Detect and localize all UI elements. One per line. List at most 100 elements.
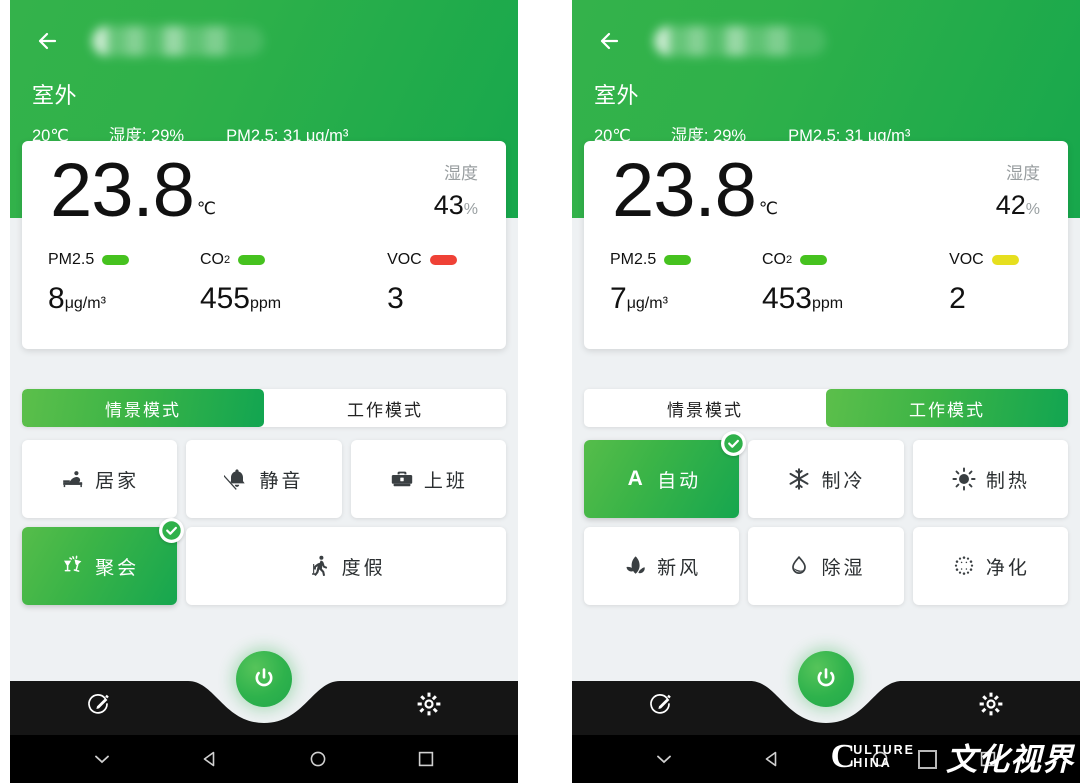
- tab-work-mode[interactable]: 工作模式: [826, 389, 1068, 427]
- sensor-labels-row: PM2.5 CO 2 VOC: [42, 251, 486, 269]
- mode-button-auto[interactable]: A 自动: [584, 431, 747, 518]
- sensor-unit: μg/m³: [626, 295, 668, 312]
- mode-label: 除湿: [821, 557, 866, 579]
- purify-dots-icon: [951, 553, 977, 579]
- power-button-icon[interactable]: [798, 651, 854, 707]
- redacted-device-title: [92, 26, 264, 56]
- mode-label: 聚会: [95, 557, 140, 579]
- edit-pencil-circle-icon[interactable]: [644, 687, 678, 721]
- indoor-humidity: 湿度 42%: [996, 159, 1040, 221]
- chevron-down-icon[interactable]: [649, 744, 679, 774]
- sensor-name-sub: 2: [785, 254, 793, 266]
- sensor-value-co2: 453ppm: [720, 283, 885, 320]
- sensor-label-voc: VOC: [885, 251, 1048, 269]
- scene-mode-grid: 居家 静音 上班 聚会 度假: [22, 440, 506, 605]
- mode-label: 制冷: [821, 470, 866, 492]
- back-triangle-icon[interactable]: [757, 744, 787, 774]
- sensor-unit: μg/m³: [64, 295, 106, 312]
- selected-check-icon: [721, 431, 747, 456]
- status-pill-co2: [238, 255, 266, 265]
- status-pill-pm25: [102, 255, 130, 265]
- sofa-recline-icon: [60, 466, 86, 492]
- sensor-label-co2: CO 2: [158, 251, 323, 269]
- sensor-value-voc: 2: [885, 283, 1048, 320]
- mode-label: 净化: [985, 557, 1030, 579]
- mode-button-work[interactable]: 上班: [350, 440, 506, 518]
- back-arrow-icon[interactable]: [594, 24, 628, 58]
- app-bottom-bar: [572, 651, 1080, 735]
- recents-square-icon[interactable]: [411, 744, 441, 774]
- sensor-value: 2: [949, 282, 966, 315]
- chevron-down-icon[interactable]: [87, 744, 117, 774]
- header-top-row: [32, 18, 496, 64]
- mode-button-vacation[interactable]: 度假: [186, 527, 506, 605]
- mode-tab-bar: 情景模式 工作模式: [22, 389, 506, 427]
- work-mode-grid: A 自动 制冷 制热 新风 除湿 净化: [584, 431, 1068, 605]
- humidity-unit: %: [463, 201, 478, 218]
- humidity-value: 42: [995, 190, 1026, 220]
- briefcase-icon: [389, 466, 415, 492]
- mode-label: 自动: [657, 470, 702, 492]
- sensor-name: PM2.5: [610, 251, 657, 268]
- sensor-label-pm25: PM2.5: [604, 251, 720, 269]
- sensor-values-row: 8μg/m³ 455ppm 3: [42, 283, 486, 320]
- indoor-humidity: 湿度 43%: [434, 159, 478, 221]
- selected-check-icon: [159, 518, 185, 543]
- power-button-icon[interactable]: [236, 651, 292, 707]
- status-pill-voc: [991, 255, 1019, 265]
- sensor-value-voc: 3: [323, 283, 486, 320]
- tab-scene-mode[interactable]: 情景模式: [584, 389, 826, 427]
- indoor-sensor-card: 23.8 ℃ 湿度 42% PM2.5 CO 2 VOC 7μg/m³ 453p…: [584, 141, 1068, 349]
- sensor-label-pm25: PM2.5: [42, 251, 158, 269]
- sensor-value: 7: [610, 282, 627, 315]
- back-triangle-icon[interactable]: [195, 744, 225, 774]
- recents-square-icon[interactable]: [973, 744, 1003, 774]
- water-drop-icon: [786, 553, 812, 579]
- letter-a-auto-icon: A: [627, 467, 643, 490]
- mode-button-purify[interactable]: 净化: [912, 527, 1068, 605]
- cheers-glasses-icon: [60, 553, 86, 579]
- sensor-name: VOC: [387, 251, 422, 268]
- humidity-label: 湿度: [1006, 164, 1040, 183]
- phone-screenshot-scene: 室外 20℃ 湿度: 29% PM2.5: 31 μg/m³ 23.8 ℃ 湿度…: [10, 0, 518, 783]
- sun-icon: [951, 466, 977, 492]
- leaf-fresh-air-icon: [622, 553, 648, 579]
- mode-label: 制热: [985, 470, 1030, 492]
- mode-button-dehumidify[interactable]: 除湿: [748, 527, 904, 605]
- sensor-label-voc: VOC: [323, 251, 486, 269]
- home-circle-icon[interactable]: [303, 744, 333, 774]
- humidity-label: 湿度: [444, 164, 478, 183]
- mode-tab-bar: 情景模式 工作模式: [584, 389, 1068, 427]
- mode-button-home[interactable]: 居家: [22, 440, 178, 518]
- mode-button-silent[interactable]: 静音: [186, 440, 342, 518]
- sensor-name: VOC: [949, 251, 984, 268]
- redacted-device-title: [654, 26, 826, 56]
- sensor-value: 3: [387, 282, 404, 315]
- gear-icon[interactable]: [974, 687, 1008, 721]
- tab-scene-mode[interactable]: 情景模式: [22, 389, 264, 427]
- temperature-value: 23.8: [50, 148, 195, 233]
- card-primary-row: 23.8 ℃ 湿度 43%: [42, 153, 486, 249]
- mode-button-cool[interactable]: 制冷: [748, 440, 904, 518]
- status-pill-pm25: [664, 255, 692, 265]
- sensor-unit: ppm: [250, 295, 282, 312]
- phone-screenshot-work: 室外 20℃ 湿度: 29% PM2.5: 31 μg/m³ 23.8 ℃ 湿度…: [572, 0, 1080, 783]
- sensor-value: 455: [199, 282, 250, 315]
- traveler-walking-icon: [307, 553, 333, 579]
- edit-pencil-circle-icon[interactable]: [82, 687, 116, 721]
- screenshot-stage: 室外 20℃ 湿度: 29% PM2.5: 31 μg/m³ 23.8 ℃ 湿度…: [0, 0, 1080, 783]
- mode-button-heat[interactable]: 制热: [912, 440, 1068, 518]
- tab-work-mode[interactable]: 工作模式: [264, 389, 506, 427]
- home-circle-icon[interactable]: [865, 744, 895, 774]
- temperature-unit: ℃: [758, 199, 779, 218]
- sensor-name-sub: 2: [223, 254, 231, 266]
- sensor-value-pm25: 7μg/m³: [604, 283, 720, 320]
- mode-button-fresh-air[interactable]: 新风: [584, 527, 740, 605]
- sensor-value-pm25: 8μg/m³: [42, 283, 158, 320]
- gear-icon[interactable]: [412, 687, 446, 721]
- sensor-labels-row: PM2.5 CO 2 VOC: [604, 251, 1048, 269]
- back-arrow-icon[interactable]: [32, 24, 66, 58]
- sensor-value: 453: [761, 282, 812, 315]
- sensor-label-co2: CO 2: [720, 251, 885, 269]
- mode-button-party[interactable]: 聚会: [22, 518, 185, 605]
